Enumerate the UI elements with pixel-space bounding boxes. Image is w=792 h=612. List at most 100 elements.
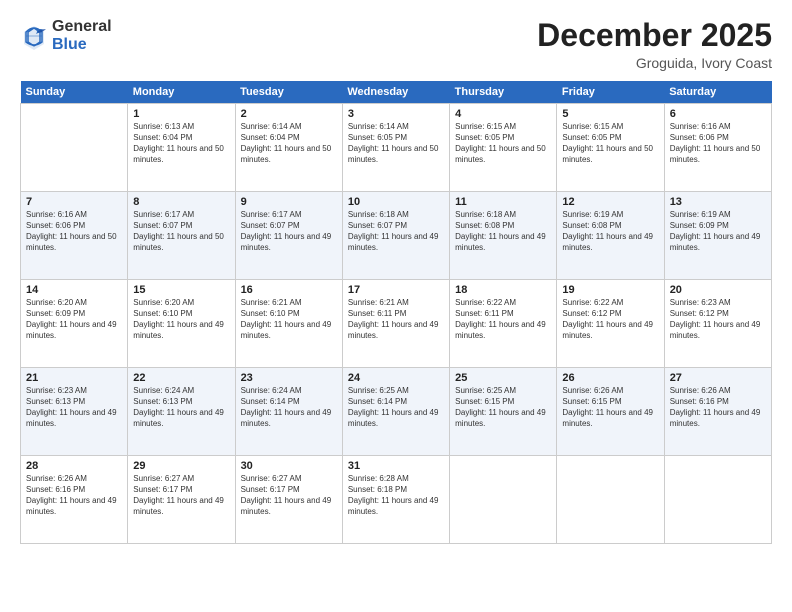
calendar-cell: 5Sunrise: 6:15 AMSunset: 6:05 PMDaylight… (557, 104, 664, 192)
month-title: December 2025 (537, 18, 772, 53)
calendar-cell: 28Sunrise: 6:26 AMSunset: 6:16 PMDayligh… (21, 456, 128, 544)
logo: General Blue (20, 18, 112, 55)
calendar-cell: 20Sunrise: 6:23 AMSunset: 6:12 PMDayligh… (664, 280, 771, 368)
calendar-day-header: Thursday (450, 81, 557, 104)
title-block: December 2025 Groguida, Ivory Coast (537, 18, 772, 71)
calendar-cell: 10 Sunrise: 6:18 AMSunset: 6:07 PMDayligh… (342, 192, 449, 280)
day-number: 30 (241, 460, 337, 472)
day-number: 24 (348, 372, 444, 384)
day-number: 26 (562, 372, 658, 384)
calendar-day-header: Friday (557, 81, 664, 104)
logo-icon (20, 22, 48, 50)
day-number: 17 (348, 284, 444, 296)
day-number: 27 (670, 372, 766, 384)
day-number: 23 (241, 372, 337, 384)
calendar-header-row: SundayMondayTuesdayWednesdayThursdayFrid… (21, 81, 772, 104)
calendar-cell (664, 456, 771, 544)
calendar-cell: 26 Sunrise: 6:26 AMSunset: 6:15 PMDayligh… (557, 368, 664, 456)
day-number: 29 (133, 460, 229, 472)
calendar-week-row: 28Sunrise: 6:26 AMSunset: 6:16 PMDayligh… (21, 456, 772, 544)
calendar-cell: 12Sunrise: 6:19 AMSunset: 6:08 PMDayligh… (557, 192, 664, 280)
calendar-cell: 13 Sunrise: 6:19 AMSunset: 6:09 PMDayligh… (664, 192, 771, 280)
calendar-day-header: Monday (128, 81, 235, 104)
calendar-day-header: Sunday (21, 81, 128, 104)
day-info: Sunrise: 6:16 AMSunset: 6:06 PMDaylight:… (670, 122, 766, 165)
day-info: Sunrise: 6:18 AMSunset: 6:08 PMDaylight:… (455, 210, 551, 253)
day-number: 6 (670, 108, 766, 120)
day-info: Sunrise: 6:28 AMSunset: 6:18 PMDaylight:… (348, 474, 444, 517)
day-number: 20 (670, 284, 766, 296)
calendar-cell: 27 Sunrise: 6:26 AMSunset: 6:16 PMDayligh… (664, 368, 771, 456)
header: General Blue December 2025 Groguida, Ivo… (20, 18, 772, 71)
calendar-cell: 22Sunrise: 6:24 AMSunset: 6:13 PMDayligh… (128, 368, 235, 456)
day-info: Sunrise: 6:22 AMSunset: 6:11 PMDaylight:… (455, 298, 551, 341)
calendar-cell: 6 Sunrise: 6:16 AMSunset: 6:06 PMDaylight… (664, 104, 771, 192)
day-number: 21 (26, 372, 122, 384)
day-info: Sunrise: 6:25 AMSunset: 6:14 PMDaylight:… (348, 386, 444, 429)
day-info: Sunrise: 6:19 AMSunset: 6:09 PMDaylight:… (670, 210, 766, 253)
calendar-cell: 31 Sunrise: 6:28 AMSunset: 6:18 PMDayligh… (342, 456, 449, 544)
calendar-cell (21, 104, 128, 192)
day-info: Sunrise: 6:14 AMSunset: 6:05 PMDaylight:… (348, 122, 444, 165)
calendar-day-header: Saturday (664, 81, 771, 104)
day-number: 8 (133, 196, 229, 208)
day-number: 13 (670, 196, 766, 208)
calendar-cell: 11 Sunrise: 6:18 AMSunset: 6:08 PMDayligh… (450, 192, 557, 280)
calendar-day-header: Tuesday (235, 81, 342, 104)
calendar-week-row: 21 Sunrise: 6:23 AMSunset: 6:13 PMDayligh… (21, 368, 772, 456)
day-number: 18 (455, 284, 551, 296)
day-number: 1 (133, 108, 229, 120)
day-number: 19 (562, 284, 658, 296)
day-number: 16 (241, 284, 337, 296)
calendar-cell: 24 Sunrise: 6:25 AMSunset: 6:14 PMDayligh… (342, 368, 449, 456)
day-info: Sunrise: 6:14 AMSunset: 6:04 PMDaylight:… (241, 122, 337, 165)
day-info: Sunrise: 6:22 AMSunset: 6:12 PMDaylight:… (562, 298, 658, 341)
day-number: 11 (455, 196, 551, 208)
calendar-table: SundayMondayTuesdayWednesdayThursdayFrid… (20, 81, 772, 544)
day-number: 14 (26, 284, 122, 296)
logo-blue: Blue (52, 36, 87, 53)
day-info: Sunrise: 6:24 AMSunset: 6:14 PMDaylight:… (241, 386, 337, 429)
day-info: Sunrise: 6:26 AMSunset: 6:16 PMDaylight:… (26, 474, 122, 517)
day-info: Sunrise: 6:21 AMSunset: 6:10 PMDaylight:… (241, 298, 337, 341)
day-info: Sunrise: 6:15 AMSunset: 6:05 PMDaylight:… (455, 122, 551, 165)
calendar-week-row: 7Sunrise: 6:16 AMSunset: 6:06 PMDaylight… (21, 192, 772, 280)
day-info: Sunrise: 6:18 AMSunset: 6:07 PMDaylight:… (348, 210, 444, 253)
day-info: Sunrise: 6:17 AMSunset: 6:07 PMDaylight:… (133, 210, 229, 253)
day-info: Sunrise: 6:26 AMSunset: 6:16 PMDaylight:… (670, 386, 766, 429)
calendar-cell (557, 456, 664, 544)
calendar-cell: 7Sunrise: 6:16 AMSunset: 6:06 PMDaylight… (21, 192, 128, 280)
day-number: 12 (562, 196, 658, 208)
calendar-cell: 17Sunrise: 6:21 AMSunset: 6:11 PMDayligh… (342, 280, 449, 368)
calendar-cell: 15 Sunrise: 6:20 AMSunset: 6:10 PMDayligh… (128, 280, 235, 368)
day-info: Sunrise: 6:27 AMSunset: 6:17 PMDaylight:… (241, 474, 337, 517)
location: Groguida, Ivory Coast (537, 55, 772, 71)
day-number: 7 (26, 196, 122, 208)
calendar-cell: 25 Sunrise: 6:25 AMSunset: 6:15 PMDayligh… (450, 368, 557, 456)
day-number: 4 (455, 108, 551, 120)
day-number: 2 (241, 108, 337, 120)
calendar-week-row: 14Sunrise: 6:20 AMSunset: 6:09 PMDayligh… (21, 280, 772, 368)
day-number: 31 (348, 460, 444, 472)
calendar-week-row: 1Sunrise: 6:13 AMSunset: 6:04 PMDaylight… (21, 104, 772, 192)
day-info: Sunrise: 6:17 AMSunset: 6:07 PMDaylight:… (241, 210, 337, 253)
day-info: Sunrise: 6:24 AMSunset: 6:13 PMDaylight:… (133, 386, 229, 429)
day-number: 15 (133, 284, 229, 296)
calendar-cell: 21 Sunrise: 6:23 AMSunset: 6:13 PMDayligh… (21, 368, 128, 456)
calendar-cell: 9 Sunrise: 6:17 AMSunset: 6:07 PMDaylight… (235, 192, 342, 280)
calendar-cell: 19 Sunrise: 6:22 AMSunset: 6:12 PMDayligh… (557, 280, 664, 368)
day-info: Sunrise: 6:26 AMSunset: 6:15 PMDaylight:… (562, 386, 658, 429)
day-info: Sunrise: 6:23 AMSunset: 6:13 PMDaylight:… (26, 386, 122, 429)
day-info: Sunrise: 6:25 AMSunset: 6:15 PMDaylight:… (455, 386, 551, 429)
calendar-cell: 23 Sunrise: 6:24 AMSunset: 6:14 PMDayligh… (235, 368, 342, 456)
calendar-cell: 1Sunrise: 6:13 AMSunset: 6:04 PMDaylight… (128, 104, 235, 192)
day-number: 5 (562, 108, 658, 120)
day-number: 3 (348, 108, 444, 120)
day-number: 10 (348, 196, 444, 208)
day-number: 9 (241, 196, 337, 208)
day-number: 25 (455, 372, 551, 384)
day-info: Sunrise: 6:20 AMSunset: 6:10 PMDaylight:… (133, 298, 229, 341)
day-info: Sunrise: 6:27 AMSunset: 6:17 PMDaylight:… (133, 474, 229, 517)
logo-text: General Blue (52, 18, 112, 55)
calendar-cell: 30 Sunrise: 6:27 AMSunset: 6:17 PMDayligh… (235, 456, 342, 544)
